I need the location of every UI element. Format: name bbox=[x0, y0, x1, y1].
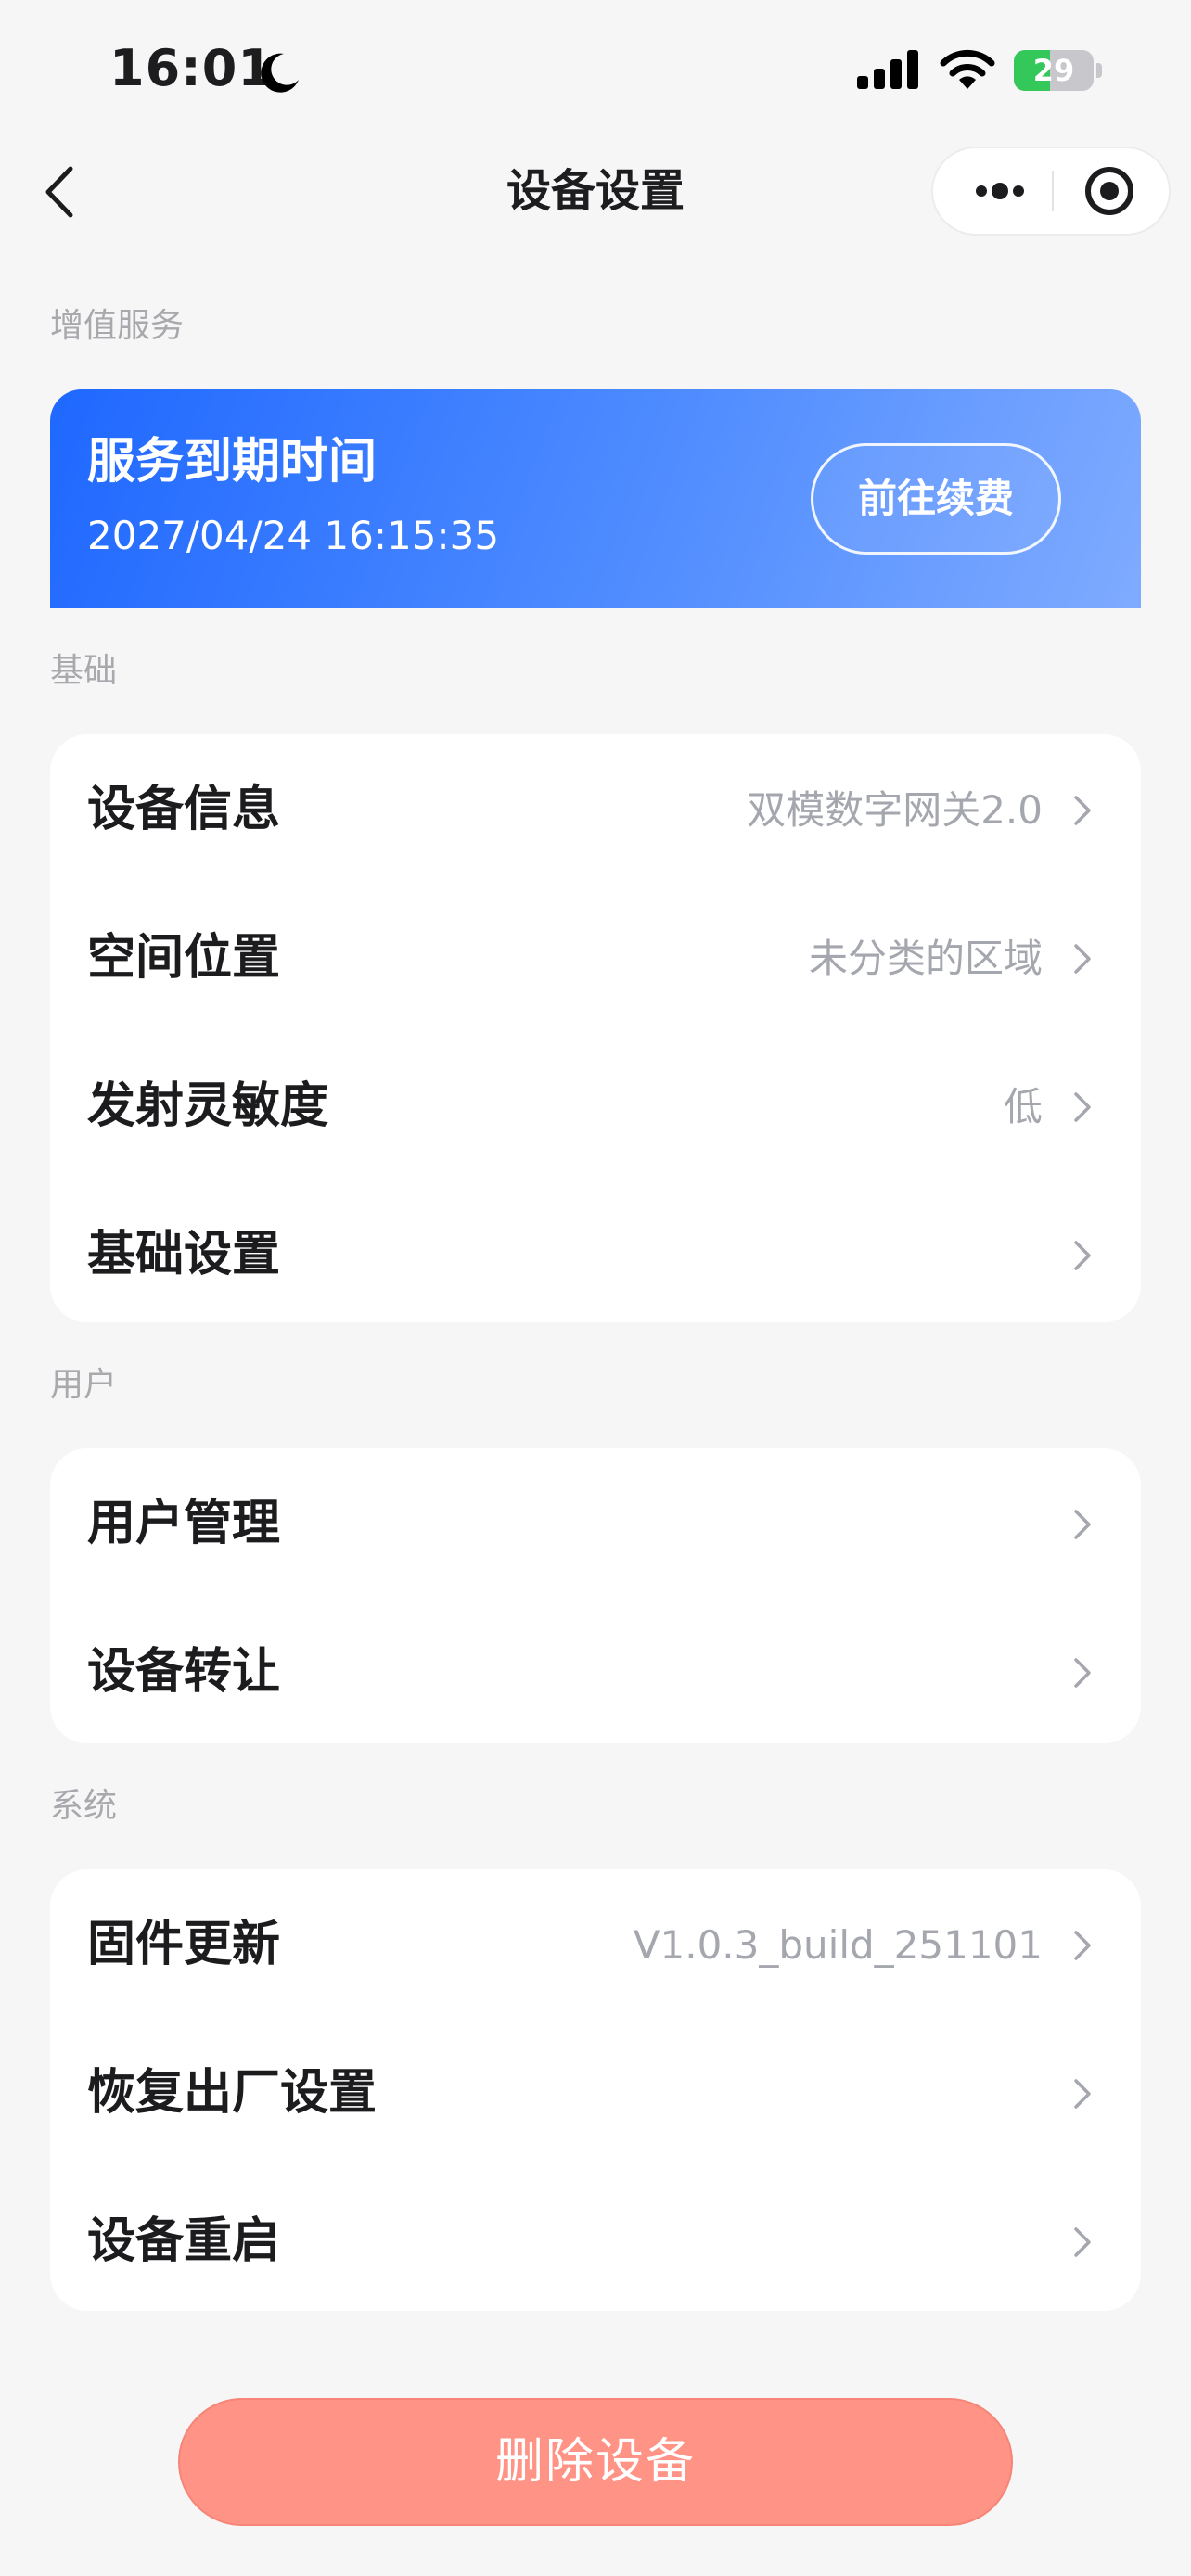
row-value: 低 bbox=[1003, 1084, 1043, 1129]
delete-device-button[interactable]: 删除设备 bbox=[178, 2398, 1013, 2526]
renew-button[interactable]: 前往续费 bbox=[811, 443, 1061, 555]
battery-cap bbox=[1096, 63, 1102, 78]
row-value: V1.0.3_build_251101 bbox=[633, 1922, 1043, 1968]
section-label-value-added: 增值服务 bbox=[50, 307, 185, 345]
chevron-right-icon bbox=[1074, 1658, 1091, 1688]
status-bar: 16:01 29 bbox=[0, 0, 1191, 139]
nav-bar: 设备设置 bbox=[0, 139, 1191, 250]
moon-icon bbox=[261, 53, 299, 93]
capsule-divider bbox=[1052, 171, 1054, 211]
target-icon[interactable] bbox=[1065, 148, 1154, 234]
user-settings-card: 用户管理 设备转让 bbox=[50, 1448, 1141, 1743]
row-label: 设备转让 bbox=[87, 1644, 281, 1700]
service-expiry-time: 2027/04/24 16:15:35 bbox=[87, 513, 500, 558]
miniprogram-capsule bbox=[931, 147, 1171, 236]
basic-settings-card: 设备信息 双模数字网关2.0 空间位置 未分类的区域 发射灵敏度 低 基础设置 bbox=[50, 734, 1141, 1322]
row-value: 双模数字网关2.0 bbox=[747, 787, 1043, 833]
chevron-right-icon bbox=[1074, 1092, 1091, 1122]
settings-row-firmware-update[interactable]: 固件更新 V1.0.3_build_251101 bbox=[50, 1869, 1141, 2018]
settings-row-device-transfer[interactable]: 设备转让 bbox=[50, 1597, 1141, 1745]
row-label: 恢复出厂设置 bbox=[87, 2065, 378, 2121]
more-dots-icon[interactable] bbox=[955, 148, 1044, 234]
status-time: 16:01 bbox=[109, 39, 274, 97]
chevron-right-icon bbox=[1074, 1931, 1091, 1960]
row-label: 用户管理 bbox=[87, 1496, 281, 1551]
battery-body: 29 bbox=[1014, 50, 1094, 91]
battery-charging-icon: 29 bbox=[1014, 50, 1103, 91]
row-label: 固件更新 bbox=[87, 1917, 281, 1972]
service-expiry-card: 服务到期时间 2027/04/24 16:15:35 前往续费 bbox=[50, 389, 1141, 608]
row-label: 空间位置 bbox=[87, 930, 281, 986]
settings-row-user-management[interactable]: 用户管理 bbox=[50, 1448, 1141, 1597]
cellular-signal-icon bbox=[857, 50, 918, 89]
settings-row-basic-settings[interactable]: 基础设置 bbox=[50, 1180, 1141, 1328]
settings-row-device-info[interactable]: 设备信息 双模数字网关2.0 bbox=[50, 734, 1141, 883]
chevron-right-icon bbox=[1074, 796, 1091, 825]
battery-percent: 29 bbox=[1032, 53, 1075, 88]
row-value: 未分类的区域 bbox=[808, 936, 1043, 981]
settings-row-device-restart[interactable]: 设备重启 bbox=[50, 2166, 1141, 2315]
row-label: 设备信息 bbox=[87, 782, 281, 837]
chevron-right-icon bbox=[1074, 944, 1091, 974]
section-label-system: 系统 bbox=[50, 1787, 118, 1825]
settings-row-factory-reset[interactable]: 恢复出厂设置 bbox=[50, 2018, 1141, 2166]
chevron-right-icon bbox=[1074, 1241, 1091, 1270]
row-label: 设备重启 bbox=[87, 2213, 281, 2269]
row-label: 发射灵敏度 bbox=[87, 1078, 329, 1134]
settings-row-transmit-sensitivity[interactable]: 发射灵敏度 低 bbox=[50, 1031, 1141, 1180]
system-settings-card: 固件更新 V1.0.3_build_251101 恢复出厂设置 设备重启 bbox=[50, 1869, 1141, 2311]
chevron-right-icon bbox=[1074, 1510, 1091, 1539]
device-settings-page: 16:01 29 设备设置 增值服务 服务到期时间 2027/04/24 16:… bbox=[0, 0, 1191, 2576]
chevron-right-icon bbox=[1074, 2079, 1091, 2109]
service-expiry-title: 服务到期时间 bbox=[87, 434, 378, 490]
section-label-user: 用户 bbox=[50, 1366, 118, 1404]
chevron-right-icon bbox=[1074, 2227, 1091, 2257]
row-label: 基础设置 bbox=[87, 1227, 281, 1282]
wifi-icon bbox=[940, 49, 995, 89]
section-label-basic: 基础 bbox=[50, 652, 118, 690]
settings-row-space-location[interactable]: 空间位置 未分类的区域 bbox=[50, 883, 1141, 1031]
